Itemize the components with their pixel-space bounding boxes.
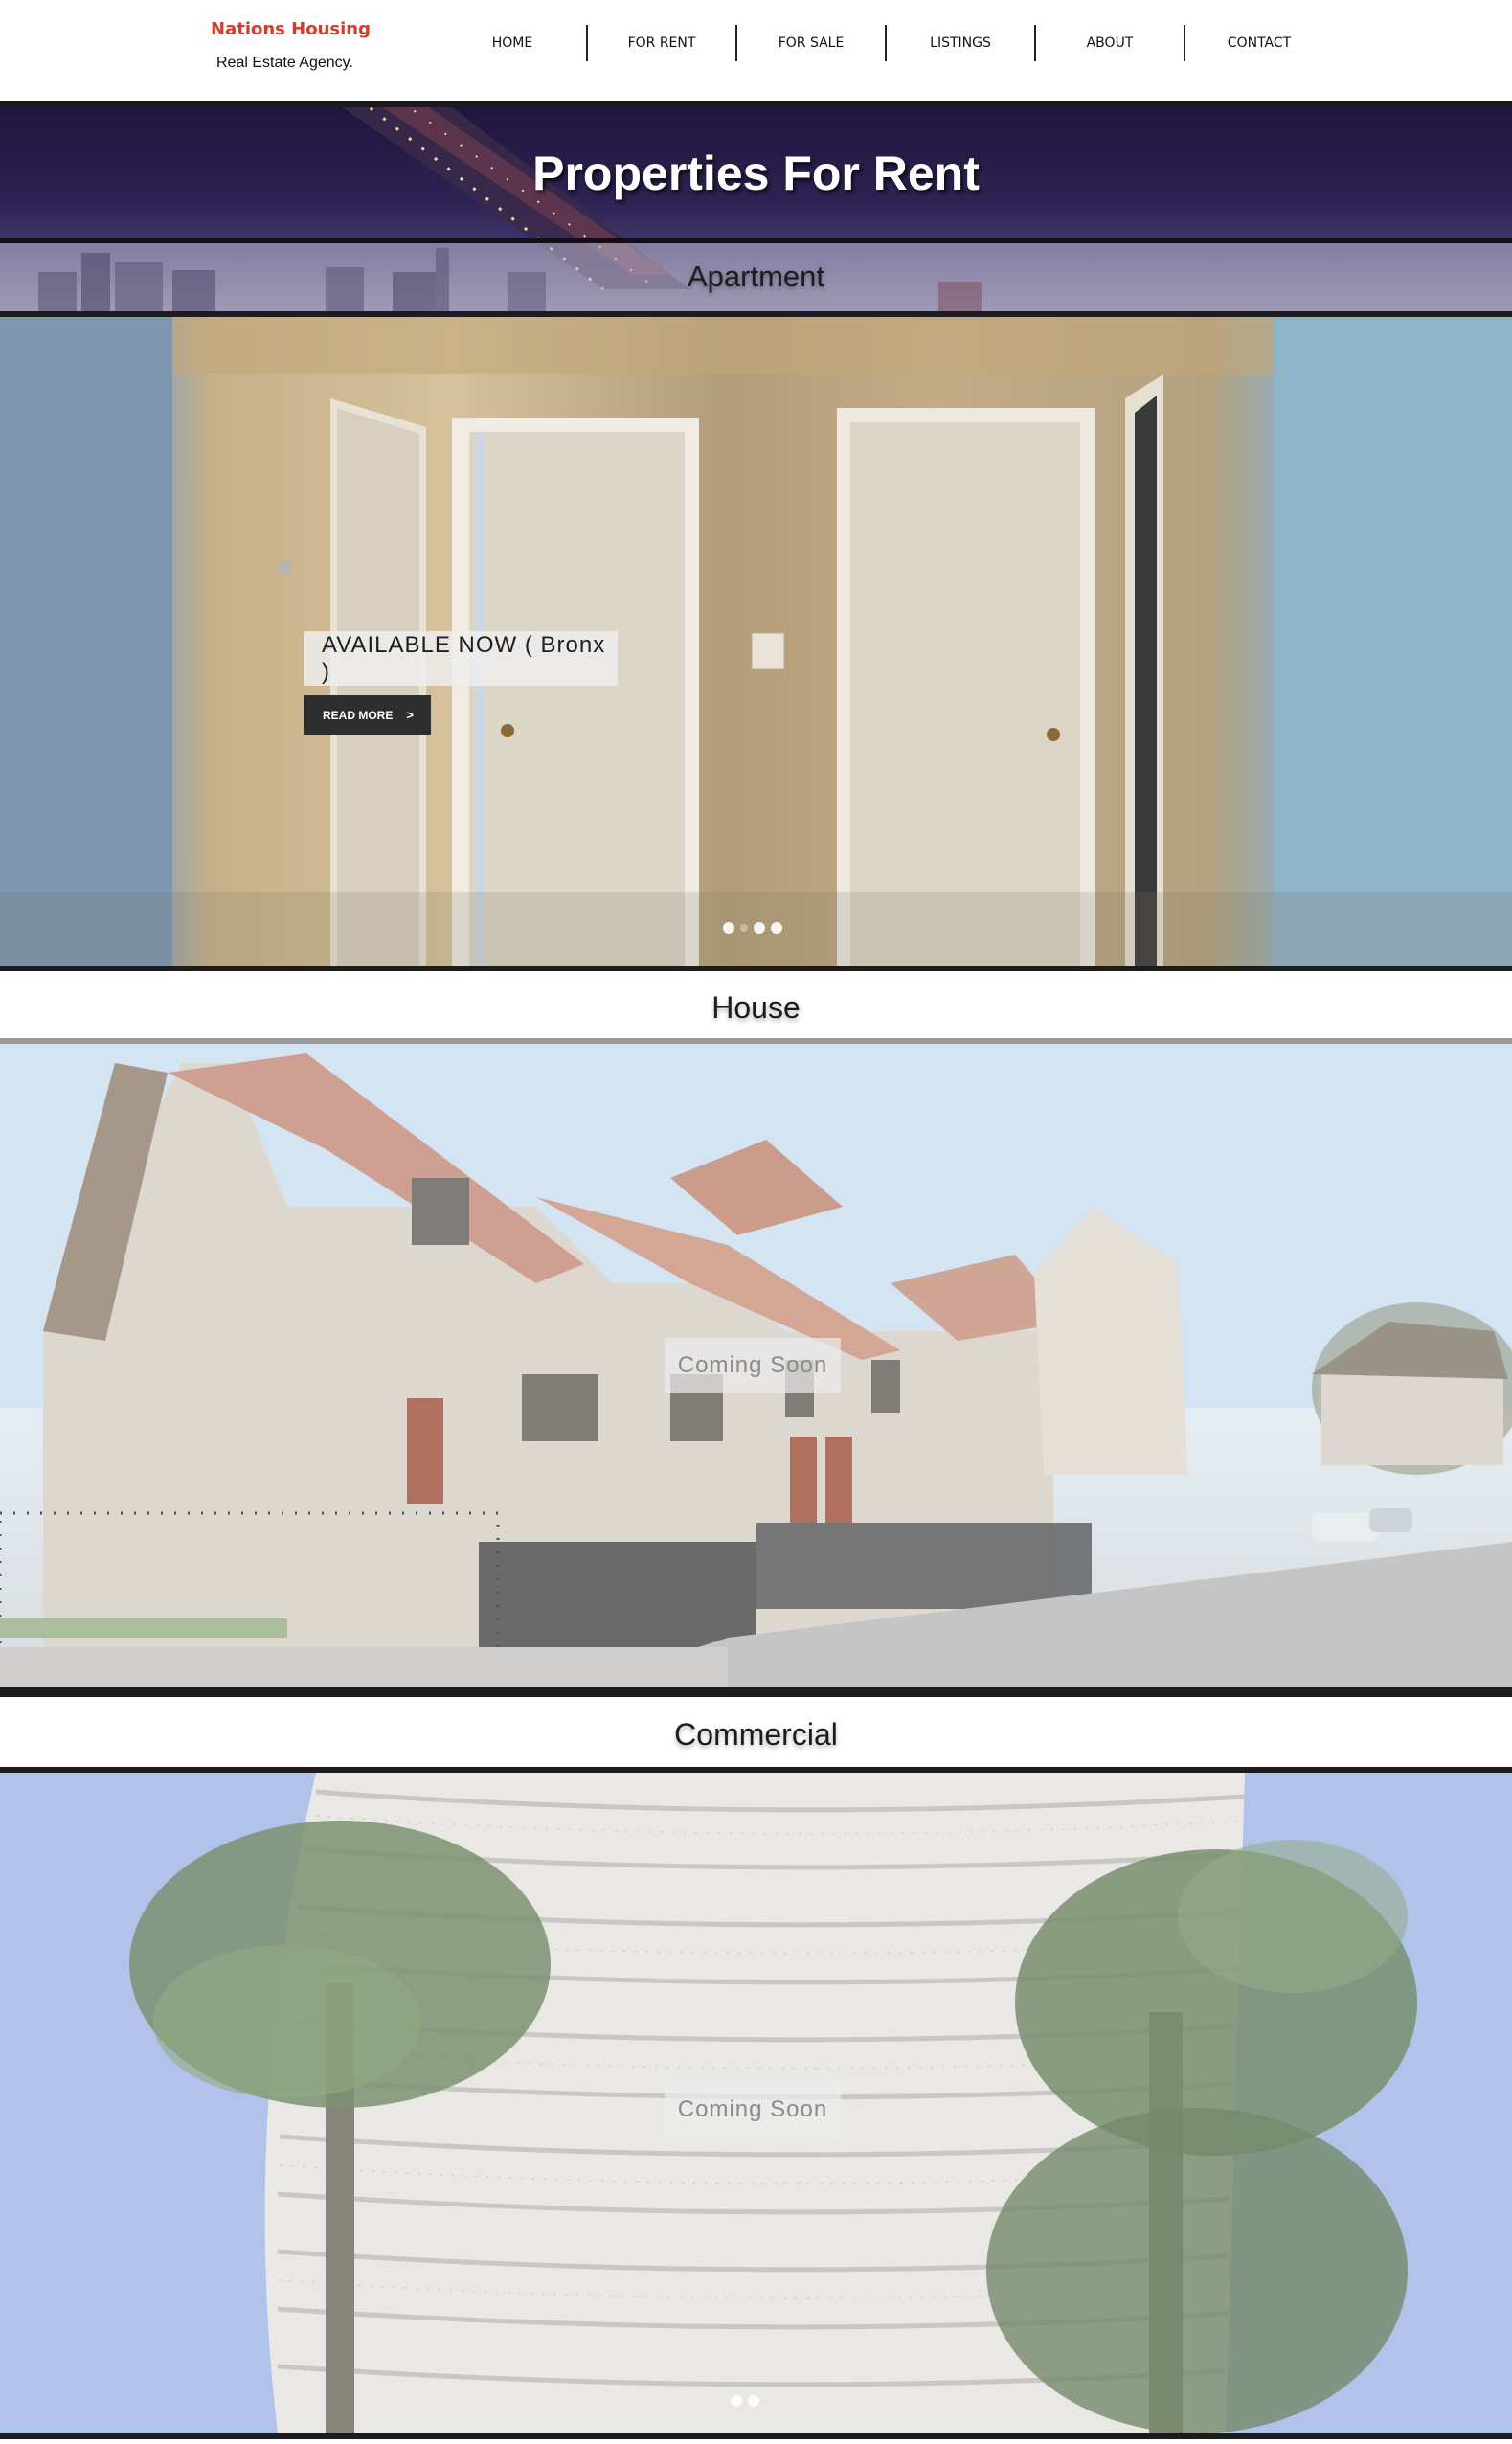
commercial-heading: Commercial [674,1717,838,1752]
house-heading: House [711,990,801,1025]
slide-dot[interactable] [740,924,748,932]
chevron-right-icon: > [406,708,414,722]
main-nav: HOME FOR RENT FOR SALE LISTINGS ABOUT CO… [439,25,1333,61]
nav-for-sale[interactable]: FOR SALE [737,25,885,61]
nav-listings[interactable]: LISTINGS [887,25,1034,61]
slideshow-pagination [731,2395,759,2407]
apartment-hallway-image [0,317,1512,966]
apartment-slideshow[interactable]: AVAILABLE NOW ( Bronx ) READ MORE > [0,317,1512,966]
house-status-badge: Coming Soon [665,1338,841,1393]
header-divider [0,101,1512,107]
house-slideshow[interactable]: Coming Soon [0,1044,1512,1687]
nav-about[interactable]: ABOUT [1036,25,1184,61]
brand-name[interactable]: Nations Housing [211,19,371,39]
nav-home[interactable]: HOME [439,25,586,61]
nav-contact[interactable]: CONTACT [1185,25,1333,61]
page-banner: Properties For Rent Apartment [0,107,1512,311]
slide-dot-active[interactable] [754,922,765,934]
slideshow-pagination [723,922,782,934]
commercial-bottom-divider [0,2433,1512,2439]
read-more-button[interactable]: READ MORE > [304,695,431,735]
availability-badge: AVAILABLE NOW ( Bronx ) [304,631,618,686]
apartment-heading: Apartment [687,260,824,293]
page-title: Properties For Rent [532,147,980,200]
slide-dot[interactable] [748,2395,759,2407]
read-more-label: READ MORE [323,708,394,722]
slide-dot[interactable] [723,922,734,934]
slide-dot-active[interactable] [731,2395,742,2407]
nav-for-rent[interactable]: FOR RENT [588,25,735,61]
house-bottom-divider [0,1687,1512,1697]
site-header: Nations Housing Real Estate Agency. HOME… [0,0,1512,102]
commercial-slideshow[interactable]: Coming Soon [0,1773,1512,2433]
slide-dot[interactable] [771,922,782,934]
commercial-status-badge: Coming Soon [665,2082,841,2138]
brand-tagline: Real Estate Agency. [216,55,353,71]
